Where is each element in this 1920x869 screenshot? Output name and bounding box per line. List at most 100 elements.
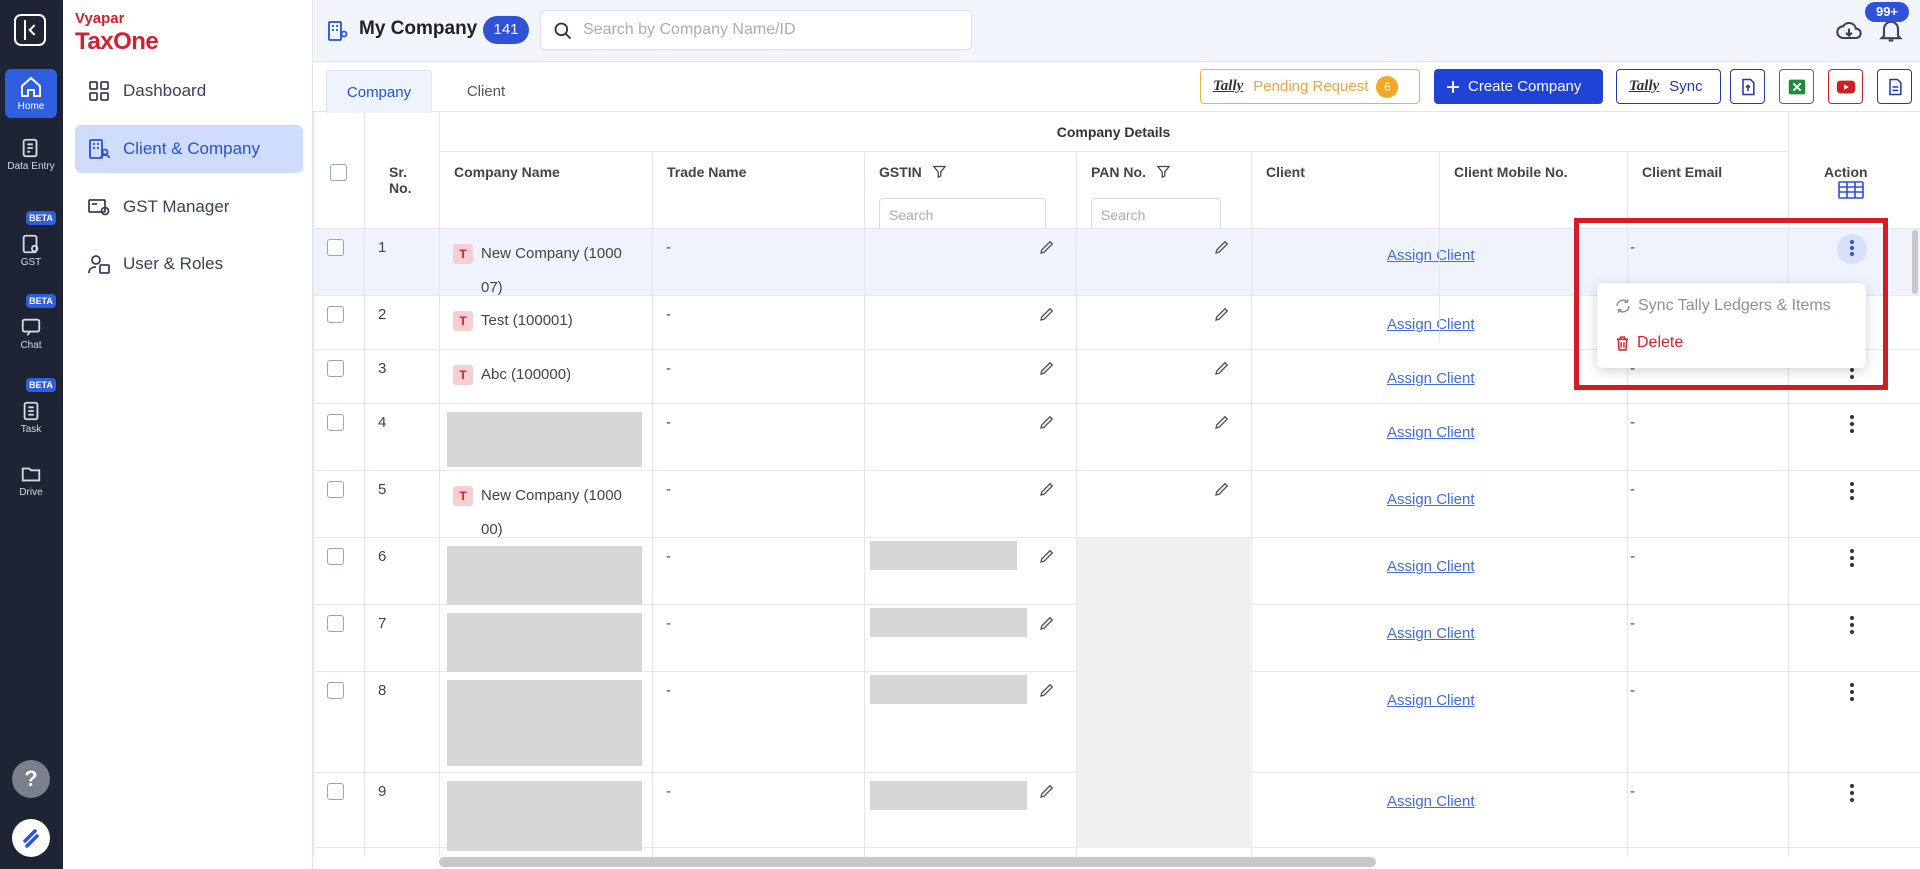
edit-gstin-icon[interactable] [1038,547,1056,565]
pending-request-button[interactable]: Tally Pending Request 6 [1200,69,1420,104]
row-action-menu-button[interactable] [1842,613,1862,639]
create-company-button[interactable]: Create Company [1434,69,1603,104]
help-icon[interactable]: ? [12,760,50,798]
horizontal-scrollbar[interactable] [439,857,1376,867]
edit-gstin-icon[interactable] [1038,359,1056,377]
sidebar-item-client-company[interactable]: Client & Company [75,125,303,173]
row-checkbox[interactable] [327,783,344,800]
sidebar-item-user-roles[interactable]: User & Roles [75,240,303,288]
row-action-menu-button[interactable] [1842,546,1862,572]
edit-gstin-icon[interactable] [1038,238,1056,256]
edit-gstin-icon[interactable] [1038,782,1056,800]
sr-no-cell: 1 [378,239,387,256]
gst-icon [22,234,39,254]
edit-gstin-icon[interactable] [1038,413,1056,431]
tally-logo: Tally [1213,78,1244,94]
trade-name-cell: - [666,239,671,256]
column-header-client-mobile: Client Mobile No. [1454,164,1568,180]
rail-item-drive[interactable]: Drive [5,463,57,498]
assign-client-link[interactable]: Assign Client [1387,247,1475,264]
select-all-checkbox[interactable] [330,164,347,181]
rail-item-home[interactable]: Home [5,69,57,118]
drive-icon [21,467,41,482]
excel-button[interactable] [1779,69,1814,104]
company-name-cell[interactable]: T Test (100001) [453,304,648,338]
company-name-cell[interactable]: T New Company (1000 00) [453,479,648,547]
assign-client-link[interactable]: Assign Client [1387,625,1475,642]
column-settings-icon[interactable] [1838,180,1864,200]
row-action-menu-button[interactable] [1842,781,1862,807]
row-checkbox[interactable] [327,360,344,377]
table-row: 8 - Assign Client - [313,672,1920,773]
row-checkbox[interactable] [327,239,344,256]
assign-client-link[interactable]: Assign Client [1387,692,1475,709]
company-name-cell[interactable]: T New Company (1000 07) [453,237,648,305]
app-logo-icon[interactable] [12,819,50,857]
document-button[interactable] [1877,69,1912,104]
row-action-menu-button[interactable] [1842,680,1862,706]
row-action-menu-button[interactable] [1842,479,1862,505]
company-name-cell[interactable]: T Abc (100000) [453,358,648,392]
filter-icon[interactable] [1156,164,1171,179]
gstin-header-label: GSTIN [879,164,922,180]
tally-sync-button[interactable]: Tally Sync [1616,69,1721,104]
assign-client-link[interactable]: Assign Client [1387,793,1475,810]
assign-client-link[interactable]: Assign Client [1387,558,1475,575]
assign-client-link[interactable]: Assign Client [1387,424,1475,441]
edit-gstin-icon[interactable] [1038,305,1056,323]
redacted-gstin [870,541,1017,570]
row-checkbox[interactable] [327,414,344,431]
tab-client[interactable]: Client [436,70,536,113]
pan-header-label: PAN No. [1091,164,1146,180]
assign-client-link[interactable]: Assign Client [1387,370,1475,387]
rail-item-task[interactable]: Task [5,400,57,435]
gstin-filter-input[interactable] [879,198,1046,232]
page-title: My Company [359,18,478,39]
edit-pan-icon[interactable] [1213,359,1231,377]
edit-pan-icon[interactable] [1213,413,1231,431]
rail-item-gst[interactable]: GST [5,233,57,268]
sync-label: Sync [1669,78,1703,95]
pending-count-badge: 6 [1376,75,1399,98]
trade-name-cell: - [666,548,671,565]
filter-icon[interactable] [932,164,947,179]
edit-pan-icon[interactable] [1213,305,1231,323]
pan-filter-input[interactable] [1091,198,1221,232]
company-name-line1: Abc (100000) [481,366,572,383]
row-checkbox[interactable] [327,481,344,498]
tally-badge: T [453,365,473,385]
row-checkbox[interactable] [327,615,344,632]
edit-gstin-icon[interactable] [1038,480,1056,498]
vertical-scrollbar[interactable] [1912,230,1918,294]
row-checkbox[interactable] [327,306,344,323]
rail-item-chat[interactable]: Chat [5,316,57,351]
rail-item-data-entry[interactable]: Data Entry [5,137,57,172]
assign-client-link[interactable]: Assign Client [1387,316,1475,333]
company-search-input[interactable] [583,19,953,41]
table-row: 7 - Assign Client - [313,605,1920,672]
redacted-gstin [870,608,1027,637]
assign-client-link[interactable]: Assign Client [1387,491,1475,508]
download-icon[interactable] [1835,17,1863,45]
table-row: 9 - Assign Client - [313,773,1920,851]
company-search-box[interactable] [540,10,972,50]
upload-button[interactable] [1730,69,1765,104]
edit-gstin-icon[interactable] [1038,681,1056,699]
row-action-menu-button[interactable] [1842,412,1862,438]
collapse-sidebar-icon[interactable] [14,14,46,46]
redacted-company-name [447,680,642,766]
edit-pan-icon[interactable] [1213,238,1231,256]
company-name-line1: New Company (1000 [481,487,622,504]
sr-no-cell: 7 [378,615,387,632]
youtube-button[interactable] [1828,69,1863,104]
edit-gstin-icon[interactable] [1038,614,1056,632]
sidebar-item-gst-manager[interactable]: GST Manager [75,183,303,231]
icon-rail: Home Data Entry BETA GST BETA Chat BETA … [0,0,63,869]
row-checkbox[interactable] [327,682,344,699]
tab-company[interactable]: Company [326,70,432,113]
column-header-client: Client [1266,164,1305,180]
row-checkbox[interactable] [327,548,344,565]
edit-pan-icon[interactable] [1213,480,1231,498]
sidebar-item-dashboard[interactable]: Dashboard [75,67,303,115]
redacted-company-name [447,412,642,467]
